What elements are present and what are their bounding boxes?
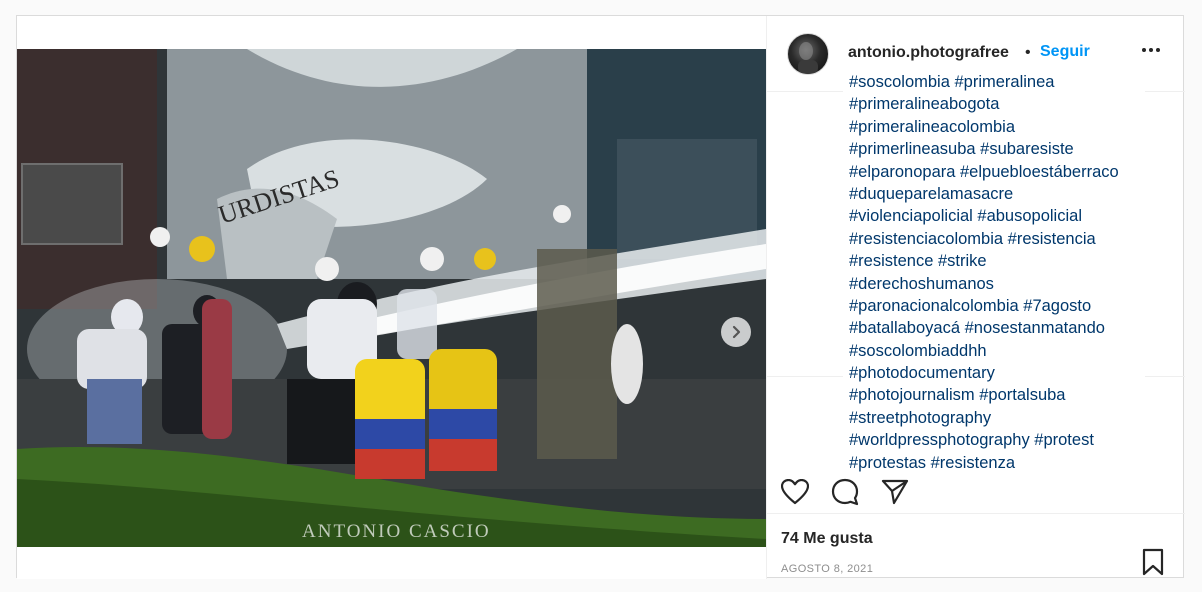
chevron-right-icon [732,325,741,339]
save-button[interactable] [1137,546,1169,578]
hashtag-line[interactable]: #derechoshumanos [849,273,1139,295]
next-image-button[interactable] [721,317,751,347]
follow-button[interactable]: Seguir [1040,43,1090,61]
hashtag-line[interactable]: #resistence #strike [849,250,1139,272]
share-button[interactable] [879,476,911,508]
hashtag-line[interactable]: #soscolombia #primeralinea [849,71,1139,93]
likes-count[interactable]: 74 Me gusta [781,530,873,548]
post-media: URDISTAS ANTONIO CASCIO [17,16,766,579]
post-sidebar: antonio.photografree • Seguir co #soscol… [766,16,1185,579]
hashtag-line[interactable]: #primerlineasuba #subaresiste [849,138,1139,160]
hashtag-line[interactable]: #batallaboyacá #nosestanmatando [849,317,1139,339]
hashtag-line[interactable]: #soscolombiaddhh [849,340,1139,362]
hashtag-line[interactable]: #violenciapolicial #abusopolicial [849,205,1139,227]
username-link[interactable]: antonio.photografree [848,44,1009,62]
hashtag-line[interactable]: #protestas #resistenza [849,452,1139,474]
action-bar [767,474,1185,576]
paper-plane-icon [881,479,909,505]
bookmark-icon [1142,548,1164,576]
comment-icon [831,478,859,506]
more-horizontal-icon [1142,48,1160,52]
avatar[interactable] [787,33,829,75]
post-date: AGOSTO 8, 2021 [781,563,874,575]
photographer-watermark: ANTONIO CASCIO [302,521,491,542]
hashtag-line[interactable]: #resistenciacolombia #resistencia [849,228,1139,250]
hashtag-line[interactable]: #photodocumentary [849,362,1139,384]
instagram-post: URDISTAS ANTONIO CASCIO antonio.photogra… [16,15,1185,579]
more-options-button[interactable] [1139,38,1163,62]
hashtag-line[interactable]: #photojournalism #portalsuba [849,384,1139,406]
profile-photo-icon [798,42,818,74]
hashtag-line[interactable]: #primeralineabogota [849,93,1139,115]
separator-dot: • [1025,44,1031,61]
post-photo[interactable]: URDISTAS ANTONIO CASCIO [17,49,766,547]
hashtag-line[interactable]: #duqueparelamasacre [849,183,1139,205]
hashtag-line[interactable]: #primeralineacolombia [849,116,1139,138]
comment-button[interactable] [829,476,861,508]
hashtag-line[interactable]: #paronacionalcolombia #7agosto [849,295,1139,317]
hashtag-line[interactable]: #elparonopara #elpuebloestáberraco [849,161,1139,183]
protest-photo-illustration: URDISTAS [17,49,766,547]
heart-icon [781,479,809,505]
hashtag-line[interactable]: #worldpressphotography #protest [849,429,1139,451]
hashtag-line[interactable]: #streetphotography [849,407,1139,429]
like-button[interactable] [779,476,811,508]
hashtag-list: #soscolombia #primeralinea #primeralineab… [843,71,1145,475]
